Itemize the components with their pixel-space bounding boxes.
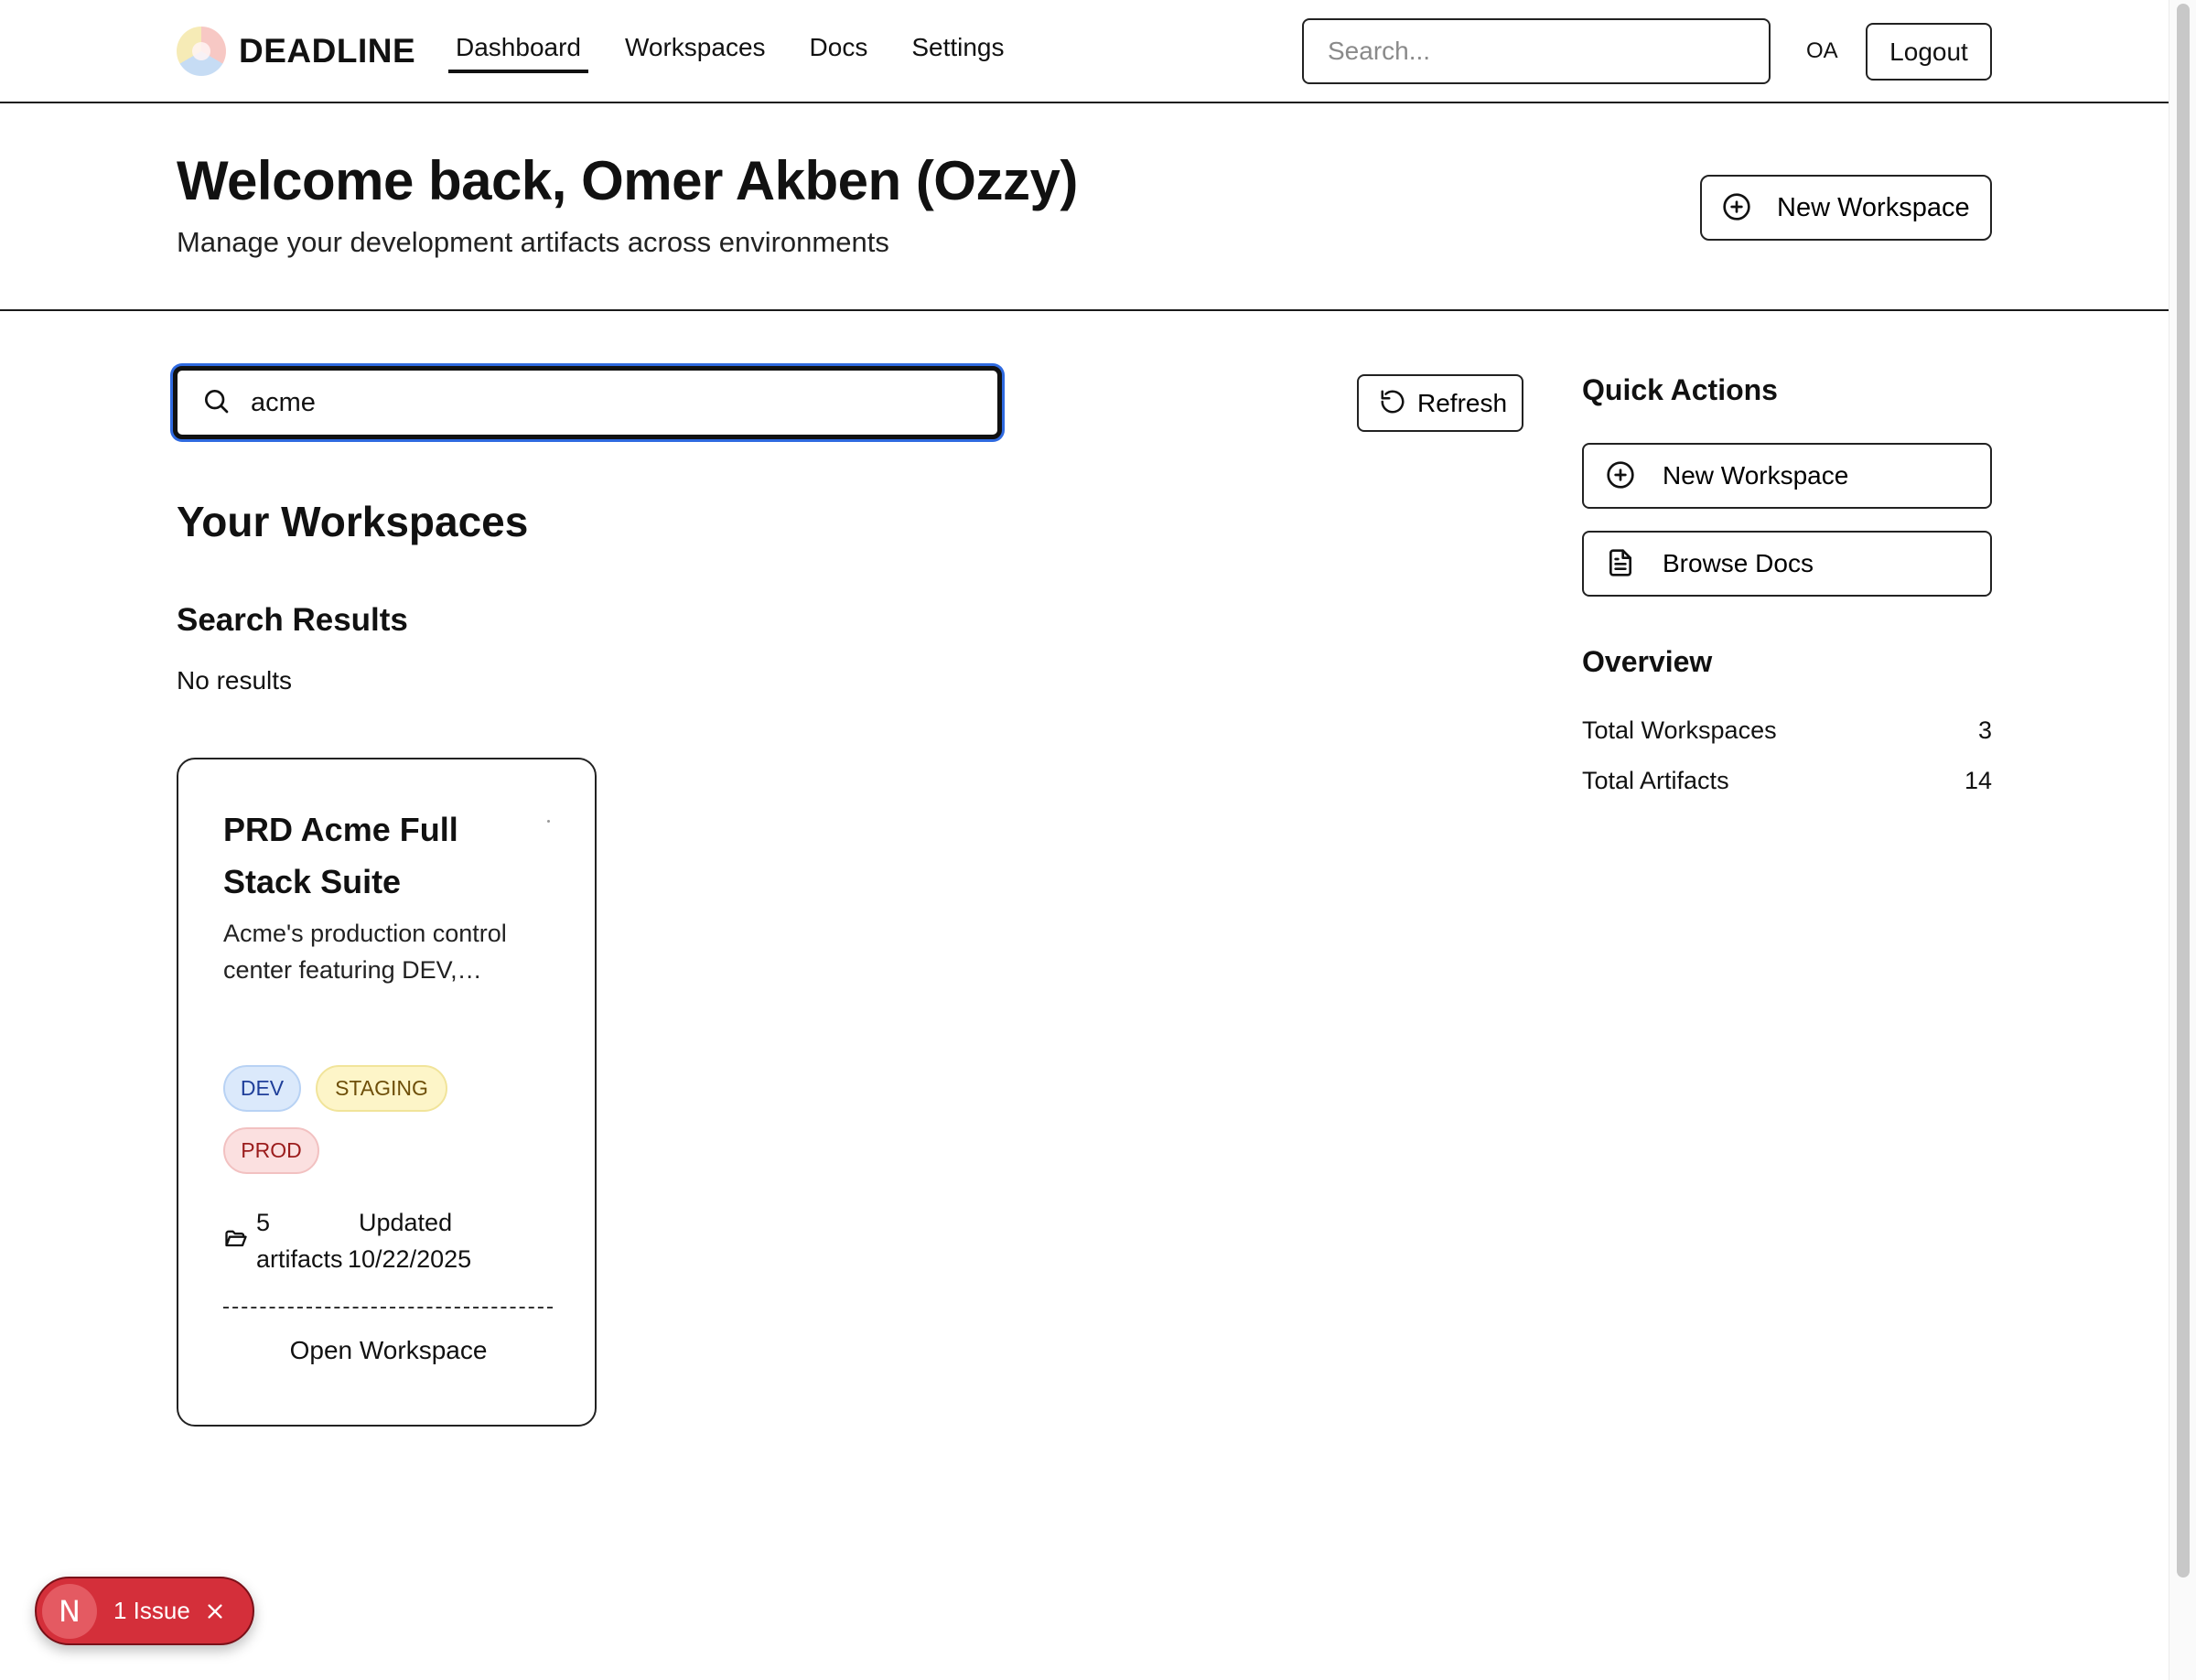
artifacts-number: 5	[256, 1209, 271, 1236]
plus-circle-icon	[1722, 192, 1751, 224]
env-badge-staging: STAGING	[316, 1065, 447, 1112]
new-workspace-header-button[interactable]: New Workspace	[1700, 175, 1992, 241]
no-results-text: No results	[177, 666, 293, 695]
stat-value: 14	[1964, 767, 1992, 794]
deadline-logo-icon	[177, 27, 226, 76]
nav-link-settings[interactable]: Settings	[904, 31, 1011, 73]
workspace-card-title: PRD Acme Full Stack Suite	[223, 811, 458, 900]
refresh-icon	[1379, 388, 1406, 418]
card-divider	[223, 1307, 553, 1308]
nav-link-docs[interactable]: Docs	[802, 31, 876, 73]
updated-date-value: 10/22/2025	[348, 1245, 472, 1273]
env-badge-dev: DEV	[223, 1065, 301, 1112]
env-badge-prod: PROD	[223, 1127, 319, 1174]
refresh-button[interactable]: Refresh	[1357, 374, 1523, 432]
top-navbar: DEADLINE Dashboard Workspaces Docs Setti…	[0, 0, 2169, 103]
welcome-subtitle: Manage your development artifacts across…	[177, 226, 889, 258]
next-logo-icon: N	[42, 1583, 97, 1639]
page-scrollbar[interactable]	[2169, 0, 2196, 1680]
folder-icon	[223, 1226, 249, 1256]
issues-toast[interactable]: N 1 Issue	[35, 1577, 254, 1645]
your-workspaces-title: Your Workspaces	[177, 498, 529, 545]
overview-stat-row: Total Artifacts 14	[1582, 767, 1992, 795]
overview-title: Overview	[1582, 645, 1713, 678]
updated-word: Updated	[359, 1209, 453, 1236]
browse-docs-label: Browse Docs	[1663, 549, 1814, 577]
new-workspace-header-label: New Workspace	[1777, 192, 1970, 222]
browse-docs-button[interactable]: Browse Docs	[1582, 531, 1992, 597]
brand-name: DEADLINE	[239, 32, 416, 70]
global-search-input[interactable]	[1302, 18, 1771, 84]
nav-link-dashboard[interactable]: Dashboard	[448, 31, 588, 73]
new-workspace-sidebar-button[interactable]: New Workspace	[1582, 443, 1992, 509]
open-workspace-link[interactable]: Open Workspace	[178, 1336, 598, 1365]
workspace-search-box[interactable]	[173, 366, 1002, 439]
welcome-title: Welcome back, Omer Akben (Ozzy)	[177, 150, 1078, 211]
search-results-title: Search Results	[177, 602, 408, 638]
brand[interactable]: DEADLINE	[177, 27, 415, 76]
document-icon	[1606, 548, 1635, 580]
updated-date: Updated 10/22/2025	[348, 1204, 471, 1277]
stat-label: Total Workspaces	[1582, 716, 1777, 744]
user-initials-avatar[interactable]: OA	[1806, 38, 1838, 64]
nav-link-workspaces[interactable]: Workspaces	[618, 31, 773, 73]
card-status-dot	[547, 820, 550, 823]
nav-links: Dashboard Workspaces Docs Settings	[448, 31, 1041, 73]
workspace-card[interactable]: PRD Acme Full Stack Suite Acme's product…	[177, 758, 597, 1427]
overview-stat-row: Total Workspaces 3	[1582, 716, 1992, 745]
scrollbar-thumb[interactable]	[2177, 4, 2190, 1578]
logout-button[interactable]: Logout	[1866, 23, 1992, 81]
stat-value: 3	[1977, 716, 1992, 744]
issue-count[interactable]: 1 Issue	[113, 1597, 190, 1625]
new-workspace-sidebar-label: New Workspace	[1663, 461, 1849, 490]
quick-actions-title: Quick Actions	[1582, 373, 1778, 406]
close-icon[interactable]	[205, 1601, 225, 1621]
workspace-card-description: Acme's production control center featuri…	[223, 920, 507, 984]
welcome-header: Welcome back, Omer Akben (Ozzy) Manage y…	[0, 103, 2169, 311]
plus-circle-icon	[1606, 460, 1635, 492]
refresh-label: Refresh	[1417, 388, 1508, 417]
workspace-card-meta: 5 artifacts Updated 10/22/2025	[223, 1204, 471, 1277]
search-icon	[201, 386, 231, 420]
stat-label: Total Artifacts	[1582, 767, 1729, 794]
artifacts-count: 5 artifacts	[256, 1204, 348, 1277]
artifacts-word: artifacts	[256, 1245, 343, 1273]
workspace-search-input[interactable]	[251, 387, 946, 418]
